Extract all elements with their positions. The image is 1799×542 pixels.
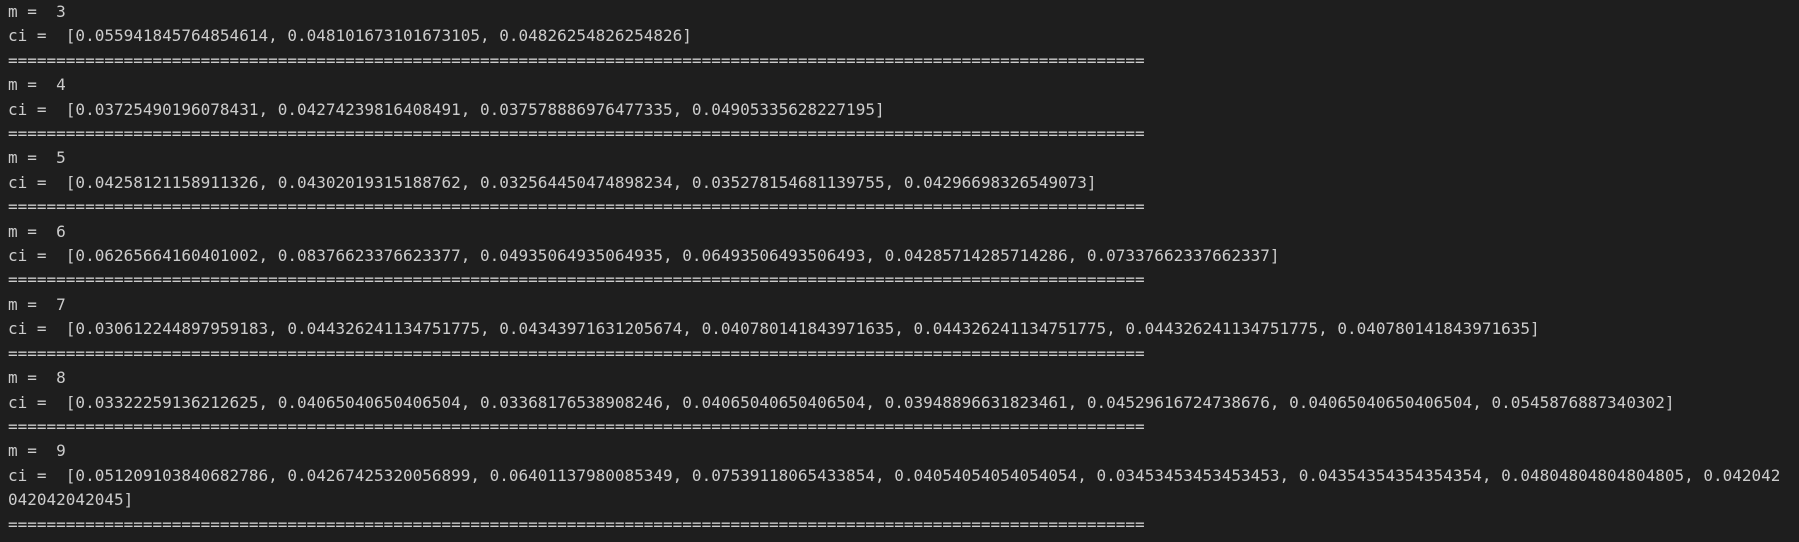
output-line-m: m = 5 xyxy=(8,148,66,168)
output-line-ci: ci = [0.04258121158911326, 0.04302019315… xyxy=(8,172,1097,192)
output-line-m: m = 9 xyxy=(8,441,66,461)
output-line-m: m = 4 xyxy=(8,75,66,95)
separator-line: ========================================… xyxy=(8,124,1145,144)
output-line-m: m = 3 xyxy=(8,2,66,21)
separator-line: ========================================… xyxy=(8,197,1145,217)
separator-line: ========================================… xyxy=(8,514,1145,534)
output-line-m: m = 8 xyxy=(8,368,66,388)
separator-line: ========================================… xyxy=(8,50,1145,70)
output-line-ci: ci = [0.03725490196078431, 0.04274239816… xyxy=(8,99,885,119)
separator-line: ========================================… xyxy=(8,343,1145,363)
output-line-ci: ci = [0.055941845764854614, 0.0481016731… xyxy=(8,26,692,46)
output-line-ci: ci = [0.03322259136212625, 0.04065040650… xyxy=(8,392,1675,412)
output-line-m: m = 6 xyxy=(8,221,66,241)
output-line-ci: ci = [0.05120910384068278​6, 0.042674253… xyxy=(8,465,1781,510)
output-line-ci: ci = [0.06265664160401002, 0.08376623376… xyxy=(8,246,1280,266)
output-line-m: m = 7 xyxy=(8,294,66,314)
terminal-output[interactable]: m = 3 ci = [0.055941845764854614, 0.0481… xyxy=(0,0,1799,542)
separator-line: ========================================… xyxy=(8,416,1145,436)
output-line-ci: ci = [0.030612244897959183, 0.0443262411… xyxy=(8,319,1540,339)
separator-line: ========================================… xyxy=(8,270,1145,290)
